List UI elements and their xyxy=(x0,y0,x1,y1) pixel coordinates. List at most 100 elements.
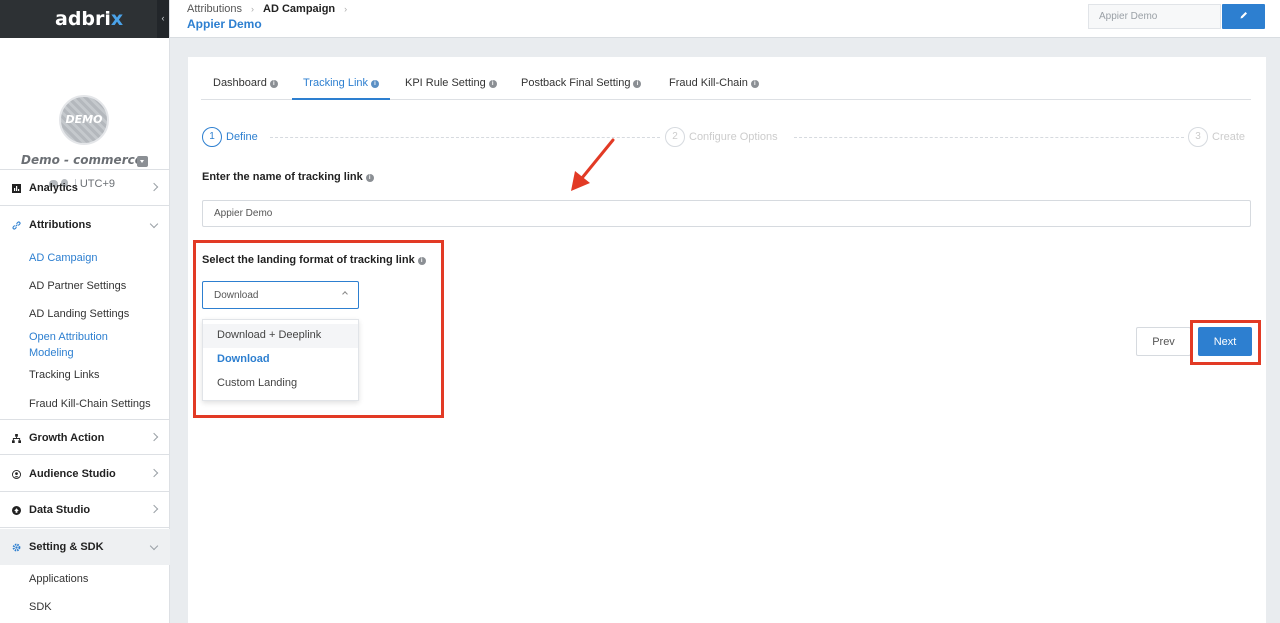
brand-logo[interactable]: adbrix xyxy=(55,8,123,30)
chevron-up-icon xyxy=(342,291,348,297)
sidebar-item-open-attribution[interactable]: Open Attribution xyxy=(29,329,108,345)
page-title: Appier Demo xyxy=(187,17,262,31)
tracking-link-name-label: Enter the name of tracking link i xyxy=(202,171,374,183)
sidebar-item-open-attribution-modeling[interactable]: Modeling xyxy=(29,345,74,361)
info-icon: i xyxy=(269,80,278,88)
logo-text: adbri xyxy=(55,8,111,30)
chevron-right-icon xyxy=(151,467,157,479)
option-download-deeplink[interactable]: Download + Deeplink xyxy=(203,324,358,348)
sidebar-section-setting-sdk[interactable]: Setting & SDK xyxy=(0,529,170,565)
tab-kpi-rule-setting[interactable]: KPI Rule Setting i xyxy=(405,77,497,100)
step-number: 1 xyxy=(202,127,222,147)
tab-tracking-link[interactable]: Tracking Link i xyxy=(292,77,391,100)
chevron-right-icon: › xyxy=(251,4,255,14)
main-card: Dashboard i Tracking Link i KPI Rule Setti… xyxy=(188,57,1266,623)
logo-bar: adbrix ‹ xyxy=(0,0,169,38)
sidebar-item-ad-campaign[interactable]: AD Campaign xyxy=(29,250,97,266)
tab-label: KPI Rule Setting xyxy=(405,77,486,89)
sidebar-section-label: Analytics xyxy=(29,182,78,194)
campaign-name-display[interactable]: Appier Demo xyxy=(1088,4,1221,29)
tab-fraud-kill-chain[interactable]: Fraud Kill-Chain i xyxy=(669,77,759,100)
pencil-icon xyxy=(1240,12,1247,19)
sidebar-section-audience-studio[interactable]: Audience Studio xyxy=(0,456,170,492)
edit-name-button[interactable] xyxy=(1222,4,1265,29)
step-define: 1 Define xyxy=(202,127,258,147)
breadcrumb: Attributions › AD Campaign › xyxy=(187,3,356,15)
org-dropdown-icon[interactable] xyxy=(137,156,148,167)
sidebar: adbrix ‹ DEMO Demo - commerce | UTC+9 Ana… xyxy=(0,0,170,623)
breadcrumb-item-attributions[interactable]: Attributions xyxy=(187,3,242,15)
sidebar-section-growth-action[interactable]: Growth Action xyxy=(0,419,170,455)
prev-button[interactable]: Prev xyxy=(1136,327,1191,356)
chevron-right-icon xyxy=(151,431,157,443)
org-name: Demo - commerce xyxy=(21,153,143,167)
collapse-sidebar-button[interactable]: ‹ xyxy=(157,0,169,38)
chevron-right-icon: › xyxy=(344,4,348,14)
step-label: Configure Options xyxy=(689,130,778,143)
chevron-left-icon: ‹ xyxy=(161,13,165,23)
step-label: Create xyxy=(1212,130,1246,143)
info-icon: i xyxy=(488,80,497,88)
breadcrumb-item-ad-campaign[interactable]: AD Campaign xyxy=(263,3,335,15)
sidebar-item-fraud-kill-chain-settings[interactable]: Fraud Kill-Chain Settings xyxy=(29,396,151,412)
step-divider xyxy=(270,137,660,138)
chevron-right-icon xyxy=(151,181,157,193)
info-icon: i xyxy=(750,80,759,88)
avatar-label: DEMO xyxy=(65,113,103,126)
chevron-down-icon xyxy=(151,540,157,552)
chart-icon xyxy=(12,184,21,193)
stepper: 1 Define 2 Configure Options 3 Create xyxy=(202,127,1252,149)
label-text: Select the landing format of tracking li… xyxy=(202,254,415,266)
step-label: Define xyxy=(226,130,258,143)
step-divider xyxy=(794,137,1184,138)
sidebar-section-label: Growth Action xyxy=(29,432,105,444)
tab-label: Fraud Kill-Chain xyxy=(669,77,748,89)
select-value: Download xyxy=(214,290,259,301)
next-button[interactable]: Next xyxy=(1198,327,1252,356)
landing-format-dropdown: Download + Deeplink Download Custom Land… xyxy=(202,319,359,401)
tab-postback-final-setting[interactable]: Postback Final Setting i xyxy=(521,77,642,100)
step-number: 2 xyxy=(665,127,685,147)
sidebar-section-label: Data Studio xyxy=(29,504,91,516)
landing-format-label: Select the landing format of tracking li… xyxy=(202,254,426,266)
sidebar-item-sdk[interactable]: SDK xyxy=(29,599,52,615)
sidebar-item-ad-landing-settings[interactable]: AD Landing Settings xyxy=(29,306,129,322)
sidebar-item-applications[interactable]: Applications xyxy=(29,571,88,587)
step-configure-options: 2 Configure Options xyxy=(665,127,778,147)
sidebar-section-label: Setting & SDK xyxy=(29,541,104,553)
step-create: 3 Create xyxy=(1188,127,1245,147)
logo-accent: x xyxy=(110,8,124,30)
audience-icon xyxy=(12,470,21,479)
landing-format-select[interactable]: Download xyxy=(202,281,359,309)
option-download[interactable]: Download xyxy=(203,348,358,372)
hierarchy-icon xyxy=(12,434,21,443)
sidebar-section-label: Attributions xyxy=(29,219,92,231)
link-icon xyxy=(12,221,21,230)
info-icon: i xyxy=(633,80,642,88)
sidebar-section-attributions[interactable]: Attributions xyxy=(0,207,170,243)
upload-circle-icon xyxy=(12,506,21,515)
info-icon: i xyxy=(365,174,374,182)
sidebar-section-analytics[interactable]: Analytics xyxy=(0,170,170,206)
chevron-right-icon xyxy=(151,503,157,515)
tab-label: Postback Final Setting xyxy=(521,77,631,89)
info-icon: i xyxy=(417,257,426,265)
sidebar-item-tracking-links[interactable]: Tracking Links xyxy=(29,367,100,383)
profile-panel: DEMO Demo - commerce | UTC+9 xyxy=(0,38,169,190)
tab-bar: Dashboard i Tracking Link i KPI Rule Setti… xyxy=(201,70,1251,100)
tab-label: Tracking Link xyxy=(303,77,369,89)
tab-dashboard[interactable]: Dashboard i xyxy=(213,77,278,100)
sidebar-section-data-studio[interactable]: Data Studio xyxy=(0,492,170,528)
gear-icon xyxy=(12,543,21,552)
avatar[interactable]: DEMO xyxy=(59,95,109,145)
sidebar-item-ad-partner-settings[interactable]: AD Partner Settings xyxy=(29,278,126,294)
sidebar-section-label: Audience Studio xyxy=(29,468,116,480)
step-number: 3 xyxy=(1188,127,1208,147)
tracking-link-name-input[interactable] xyxy=(202,200,1251,227)
tab-label: Dashboard xyxy=(213,77,267,89)
info-icon: i xyxy=(371,80,380,88)
chevron-down-icon xyxy=(151,218,157,230)
top-bar: Attributions › AD Campaign › Appier Demo Ap… xyxy=(170,0,1280,38)
option-custom-landing[interactable]: Custom Landing xyxy=(203,372,358,396)
label-text: Enter the name of tracking link xyxy=(202,171,363,183)
